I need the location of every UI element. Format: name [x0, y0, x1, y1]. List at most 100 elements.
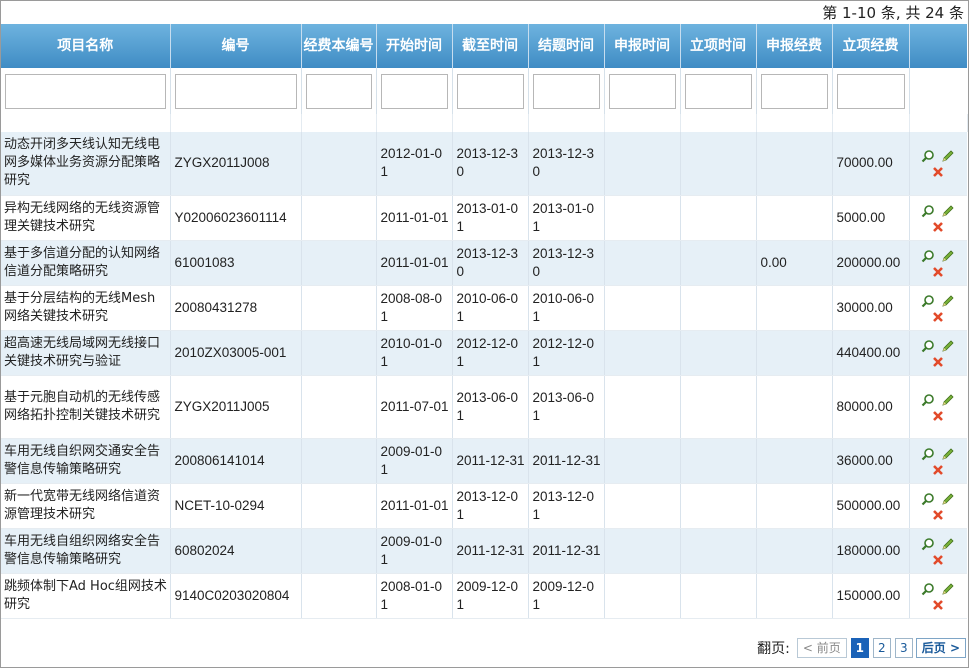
- filter-spacer: [1, 114, 968, 132]
- table-row[interactable]: 车用无线自织网交通安全告警信息传输策略研究 200806141014 2009-01…: [1, 438, 967, 484]
- filter-apply-fund[interactable]: [760, 73, 828, 109]
- cell-project-name: 车用无线自织网交通安全告警信息传输策略研究: [1, 438, 171, 484]
- col-header-project-name[interactable]: 项目名称: [1, 24, 171, 68]
- page-1-button[interactable]: 1: [850, 638, 869, 658]
- pencil-icon[interactable]: [941, 149, 955, 163]
- row-actions: [921, 247, 957, 279]
- col-header-fund-book-code[interactable]: 经费本编号: [301, 24, 377, 68]
- cell-fund-book-code: [301, 195, 377, 241]
- table-row[interactable]: 基于元胞自动机的无线传感网络拓扑控制关键技术研究 ZYGX2011J005 2011…: [1, 375, 967, 439]
- magnifier-icon[interactable]: [921, 537, 935, 551]
- col-header-end-time[interactable]: 截至时间: [452, 24, 529, 68]
- cell-fund-book-code: [301, 375, 377, 439]
- table-row[interactable]: 新一代宽带无线网络信道资源管理技术研究 NCET-10-0294 2011-01-0…: [1, 483, 967, 529]
- filter-finish-time[interactable]: [532, 73, 600, 109]
- cell-finish-time: 2013-06-01: [528, 375, 605, 439]
- pencil-icon[interactable]: [941, 249, 955, 263]
- magnifier-icon[interactable]: [921, 393, 935, 407]
- cell-code: 20080431278: [170, 285, 302, 331]
- magnifier-icon[interactable]: [921, 447, 935, 461]
- cell-apply-fund: [756, 528, 833, 574]
- cell-approve-fund: 180000.00: [832, 528, 910, 574]
- cell-end-time: 2011-12-31: [452, 528, 529, 574]
- page-3-button[interactable]: 3: [894, 638, 913, 658]
- delete-x-icon[interactable]: [931, 409, 945, 423]
- magnifier-icon[interactable]: [921, 339, 935, 353]
- cell-apply-time: [604, 438, 681, 484]
- page-2-button[interactable]: 2: [872, 638, 891, 658]
- col-header-actions: [909, 24, 967, 68]
- pencil-icon[interactable]: [941, 492, 955, 506]
- cell-fund-book-code: [301, 438, 377, 484]
- delete-x-icon[interactable]: [931, 310, 945, 324]
- delete-x-icon[interactable]: [931, 220, 945, 234]
- col-header-apply-fund[interactable]: 申报经费: [756, 24, 833, 68]
- cell-approve-time: [680, 195, 757, 241]
- filter-end-time[interactable]: [456, 73, 524, 109]
- filter-approve-time[interactable]: [684, 73, 752, 109]
- magnifier-icon[interactable]: [921, 249, 935, 263]
- cell-approve-time: [680, 375, 757, 439]
- delete-x-icon[interactable]: [931, 598, 945, 612]
- filter-project-name[interactable]: [5, 73, 166, 109]
- magnifier-icon[interactable]: [921, 204, 935, 218]
- prev-page-button[interactable]: < 前页: [796, 638, 847, 658]
- col-header-finish-time[interactable]: 结题时间: [528, 24, 605, 68]
- cell-project-name: 超高速无线局域网无线接口关键技术研究与验证: [1, 330, 171, 376]
- pencil-icon[interactable]: [941, 582, 955, 596]
- delete-x-icon[interactable]: [931, 508, 945, 522]
- pencil-icon[interactable]: [941, 294, 955, 308]
- grid-frame: 第 1-10 条, 共 24 条 项目名称 编号 经费本编号 开始时间 截至时间…: [0, 0, 969, 668]
- filter-fund-book-code[interactable]: [305, 73, 372, 109]
- pencil-icon[interactable]: [941, 537, 955, 551]
- cell-finish-time: 2009-12-01: [528, 573, 605, 619]
- cell-start-time: 2011-01-01: [376, 483, 453, 529]
- cell-start-time: 2009-01-01: [376, 528, 453, 574]
- cell-fund-book-code: [301, 573, 377, 619]
- delete-x-icon[interactable]: [931, 553, 945, 567]
- cell-code: ZYGX2011J008: [170, 132, 302, 196]
- cell-approve-fund: 500000.00: [832, 483, 910, 529]
- cell-code: 200806141014: [170, 438, 302, 484]
- table-row[interactable]: 车用无线自组织网络安全告警信息传输策略研究 60802024 2009-01-01 2…: [1, 528, 967, 574]
- col-header-apply-time[interactable]: 申报时间: [604, 24, 681, 68]
- cell-end-time: 2013-06-01: [452, 375, 529, 439]
- table-row[interactable]: 跳频体制下Ad Hoc组网技术研究 9140C0203020804 2008-01-…: [1, 573, 967, 619]
- filter-code[interactable]: [174, 73, 297, 109]
- magnifier-icon[interactable]: [921, 582, 935, 596]
- table-row[interactable]: 动态开闭多天线认知无线电网多媒体业务资源分配策略研究 ZYGX2011J008 20…: [1, 132, 967, 196]
- pencil-icon[interactable]: [941, 339, 955, 353]
- cell-actions: [909, 573, 967, 619]
- magnifier-icon[interactable]: [921, 492, 935, 506]
- cell-approve-time: [680, 438, 757, 484]
- filter-start-time[interactable]: [380, 73, 448, 109]
- table-row[interactable]: 基于分层结构的无线Mesh网络关键技术研究 20080431278 2008-08-…: [1, 285, 967, 331]
- magnifier-icon[interactable]: [921, 149, 935, 163]
- magnifier-icon[interactable]: [921, 294, 935, 308]
- delete-x-icon[interactable]: [931, 165, 945, 179]
- cell-start-time: 2009-01-01: [376, 438, 453, 484]
- delete-x-icon[interactable]: [931, 463, 945, 477]
- pencil-icon[interactable]: [941, 447, 955, 461]
- col-header-approve-fund[interactable]: 立项经费: [832, 24, 910, 68]
- table-row[interactable]: 超高速无线局域网无线接口关键技术研究与验证 2010ZX03005-001 2010…: [1, 330, 967, 376]
- col-header-code[interactable]: 编号: [170, 24, 302, 68]
- cell-approve-fund: 200000.00: [832, 240, 910, 286]
- delete-x-icon[interactable]: [931, 355, 945, 369]
- cell-approve-fund: 150000.00: [832, 573, 910, 619]
- col-header-start-time[interactable]: 开始时间: [376, 24, 453, 68]
- row-actions: [921, 580, 957, 612]
- pencil-icon[interactable]: [941, 204, 955, 218]
- table-row[interactable]: 基于多信道分配的认知网络信道分配策略研究 61001083 2011-01-01 20…: [1, 240, 967, 286]
- next-page-button[interactable]: 后页 >: [915, 638, 966, 658]
- filter-apply-time[interactable]: [608, 73, 676, 109]
- cell-approve-time: [680, 240, 757, 286]
- cell-project-name: 跳频体制下Ad Hoc组网技术研究: [1, 573, 171, 619]
- cell-project-name: 基于多信道分配的认知网络信道分配策略研究: [1, 240, 171, 286]
- cell-apply-fund: [756, 375, 833, 439]
- delete-x-icon[interactable]: [931, 265, 945, 279]
- table-row[interactable]: 异构无线网络的无线资源管理关键技术研究 Y02006023601114 2011-0…: [1, 195, 967, 241]
- filter-approve-fund[interactable]: [836, 73, 905, 109]
- col-header-approve-time[interactable]: 立项时间: [680, 24, 757, 68]
- pencil-icon[interactable]: [941, 393, 955, 407]
